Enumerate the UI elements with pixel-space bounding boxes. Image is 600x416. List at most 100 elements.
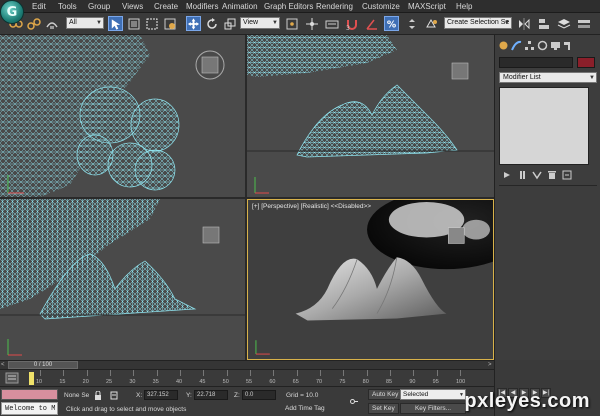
menu-maxscript[interactable]: MAXScript bbox=[408, 2, 446, 11]
utilities-tab[interactable] bbox=[562, 39, 574, 51]
angle-snap-button[interactable] bbox=[364, 16, 379, 31]
display-tab[interactable] bbox=[549, 39, 561, 51]
menu-help[interactable]: Help bbox=[456, 2, 472, 11]
application-button[interactable]: G bbox=[0, 0, 24, 24]
make-unique-icon bbox=[531, 171, 542, 179]
bind-space-warp-button[interactable] bbox=[44, 16, 59, 31]
snaps-toggle-button[interactable]: 3 bbox=[344, 16, 359, 31]
perspective-viewport-label[interactable]: [+] [Perspective] [Realistic] <<Disabled… bbox=[252, 203, 371, 210]
select-and-rotate-button[interactable] bbox=[204, 16, 219, 31]
track-tick-label: 50 bbox=[222, 379, 229, 385]
select-by-name-button[interactable] bbox=[126, 16, 141, 31]
track-tick-mark bbox=[320, 370, 321, 376]
time-slider-prev[interactable]: < bbox=[1, 361, 5, 369]
mirror-button[interactable] bbox=[516, 16, 531, 31]
track-tick-mark bbox=[390, 370, 391, 376]
selection-filter-dropdown[interactable]: All ▼ bbox=[66, 17, 104, 29]
show-end-result-button[interactable] bbox=[516, 169, 527, 180]
x-coordinate-field[interactable]: 327.152 bbox=[144, 390, 178, 400]
track-tick-label: 35 bbox=[152, 379, 159, 385]
menu-rendering[interactable]: Rendering bbox=[316, 2, 353, 11]
viewport-top[interactable] bbox=[0, 35, 245, 197]
viewport-area: [+] [Perspective] [Realistic] <<Disabled… bbox=[0, 35, 494, 360]
absolute-mode-button[interactable] bbox=[110, 391, 118, 400]
layer-manager-button[interactable] bbox=[556, 16, 571, 31]
add-time-tag-button[interactable]: Add Time Tag bbox=[282, 404, 328, 415]
hierarchy-tab[interactable] bbox=[523, 39, 535, 51]
modifier-stack[interactable] bbox=[499, 87, 589, 165]
make-unique-button[interactable] bbox=[531, 169, 542, 180]
front-view-wireframe bbox=[247, 35, 494, 194]
configure-icon bbox=[562, 170, 571, 179]
select-object-button[interactable] bbox=[108, 16, 123, 31]
menu-customize[interactable]: Customize bbox=[362, 2, 400, 11]
menu-modifiers[interactable]: Modifiers bbox=[186, 2, 218, 11]
menu-edit[interactable]: Edit bbox=[32, 2, 46, 11]
select-and-scale-button[interactable] bbox=[222, 16, 237, 31]
menu-group[interactable]: Group bbox=[88, 2, 110, 11]
object-color-swatch[interactable] bbox=[577, 57, 595, 68]
pivot-center-button[interactable] bbox=[284, 16, 299, 31]
configure-modifier-sets-button[interactable] bbox=[561, 169, 572, 180]
named-selection-set-dropdown[interactable]: Create Selection Se ▼ bbox=[444, 17, 512, 29]
viewport-perspective[interactable]: [+] [Perspective] [Realistic] <<Disabled… bbox=[247, 199, 494, 360]
key-mode-dropdown[interactable]: Selected ▼ bbox=[400, 389, 466, 400]
perspective-render bbox=[255, 200, 493, 355]
maxscript-mini-listener[interactable]: Welcome to M bbox=[1, 402, 58, 415]
keyboard-shortcut-override-button[interactable] bbox=[324, 16, 339, 31]
unlink-icon bbox=[26, 17, 41, 30]
edit-named-selection-button[interactable] bbox=[424, 16, 439, 31]
menu-tools[interactable]: Tools bbox=[58, 2, 77, 11]
reference-coordinate-dropdown[interactable]: View ▼ bbox=[240, 17, 280, 29]
main-toolbar: All ▼ View ▼ 3 % Create Selection Se ▼ bbox=[0, 13, 600, 35]
track-tick-label: 85 bbox=[386, 379, 393, 385]
motion-tab[interactable] bbox=[536, 39, 548, 51]
menu-create[interactable]: Create bbox=[154, 2, 178, 11]
modifier-list-dropdown[interactable]: Modifier List ▼ bbox=[499, 72, 597, 83]
time-slider-thumb[interactable]: 0 / 100 bbox=[8, 361, 78, 369]
viewport-left[interactable] bbox=[0, 199, 245, 360]
transform-mode-icon bbox=[110, 391, 118, 400]
rectangular-selection-button[interactable] bbox=[144, 16, 159, 31]
track-tick-mark bbox=[436, 370, 438, 376]
create-icon bbox=[499, 41, 507, 49]
align-button[interactable] bbox=[536, 16, 551, 31]
space-warp-icon bbox=[45, 21, 58, 29]
percent-icon: % bbox=[387, 19, 396, 30]
unlink-button[interactable] bbox=[26, 16, 41, 31]
z-coordinate-field[interactable]: 0.0 bbox=[242, 390, 276, 400]
mini-curve-editor-icon[interactable] bbox=[5, 372, 19, 384]
pin-stack-button[interactable] bbox=[501, 169, 512, 180]
modify-tab[interactable] bbox=[510, 39, 522, 51]
remove-modifier-button[interactable] bbox=[546, 169, 557, 180]
menu-animation[interactable]: Animation bbox=[222, 2, 258, 11]
track-tick-mark bbox=[460, 370, 461, 376]
track-tick-mark bbox=[40, 370, 41, 376]
menu-views[interactable]: Views bbox=[122, 2, 143, 11]
list-icon bbox=[128, 18, 139, 29]
percent-snap-button[interactable]: % bbox=[384, 16, 399, 31]
window-crossing-button[interactable] bbox=[162, 16, 177, 31]
y-coordinate-field[interactable]: 22.718 bbox=[194, 390, 228, 400]
set-key-mode-button[interactable] bbox=[350, 397, 362, 406]
scale-icon bbox=[224, 18, 235, 29]
spinner-snap-button[interactable] bbox=[404, 16, 419, 31]
set-key-button[interactable]: Set Key bbox=[368, 403, 399, 414]
time-slider[interactable]: < 0 / 100 > bbox=[0, 360, 494, 369]
maxscript-mini-listener-top[interactable] bbox=[1, 389, 58, 400]
selection-lock-button[interactable] bbox=[94, 390, 102, 400]
graphite-ribbon-button[interactable] bbox=[576, 16, 591, 31]
viewport-front[interactable] bbox=[247, 35, 494, 197]
layers-icon bbox=[557, 18, 570, 29]
create-tab[interactable] bbox=[497, 39, 509, 51]
manipulate-button[interactable] bbox=[304, 16, 319, 31]
track-tick-mark bbox=[156, 370, 158, 376]
menu-graph-editors[interactable]: Graph Editors bbox=[264, 2, 313, 11]
select-and-move-button[interactable] bbox=[186, 16, 201, 31]
track-bar[interactable]: 10 15 20 25 30 35 40 45 50 55 60 65 70 75 80 85 90 95 100 bbox=[0, 369, 494, 386]
key-filters-button[interactable]: Key Filters... bbox=[400, 403, 466, 414]
object-name-field[interactable] bbox=[499, 57, 573, 68]
auto-key-button[interactable]: Auto Key bbox=[368, 389, 403, 400]
magnet-icon: 3 bbox=[346, 19, 357, 31]
time-slider-next[interactable]: > bbox=[488, 361, 492, 369]
